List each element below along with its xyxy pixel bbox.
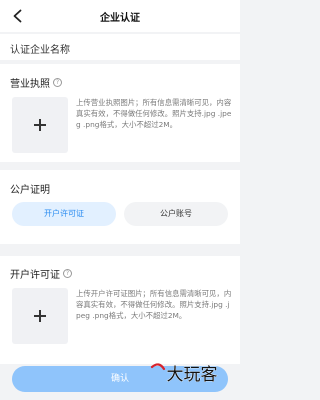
permit-upload-button[interactable] <box>12 288 68 344</box>
permit-title: 开户许可证 ? <box>10 266 72 281</box>
tab-account-number[interactable]: 公户账号 <box>124 202 228 226</box>
license-upload-hint: 上传营业执照图片；所有信息需清晰可见，内容真实有效，不得做任何修改。照片支持.j… <box>76 98 232 129</box>
license-upload-button[interactable] <box>12 97 68 153</box>
watermark-logo: 大玩客 <box>150 363 218 385</box>
business-license-label: 营业执照 <box>10 79 50 90</box>
permit-upload-hint: 上传开户许可证图片；所有信息需清晰可见，内容真实有效，不得做任何修改。照片支持.… <box>76 289 232 320</box>
help-icon[interactable]: ? <box>53 78 62 87</box>
business-license-title: 营业执照 ? <box>10 75 62 90</box>
account-proof-label: 公户证明 <box>10 185 50 196</box>
plus-icon-vertical <box>39 119 41 131</box>
nav-bar: 企业认证 <box>0 0 240 32</box>
company-name-row[interactable]: 认证企业名称 <box>0 34 240 60</box>
plus-icon-vertical <box>39 310 41 322</box>
page-title: 企业认证 <box>100 13 140 24</box>
tab-permit[interactable]: 开户许可证 <box>12 202 116 226</box>
help-icon[interactable]: ? <box>63 269 72 278</box>
company-name-label: 认证企业名称 <box>10 45 70 56</box>
account-proof-title: 公户证明 <box>10 181 50 196</box>
permit-label: 开户许可证 <box>10 270 60 281</box>
watermark-text: 大玩客 <box>167 365 218 385</box>
